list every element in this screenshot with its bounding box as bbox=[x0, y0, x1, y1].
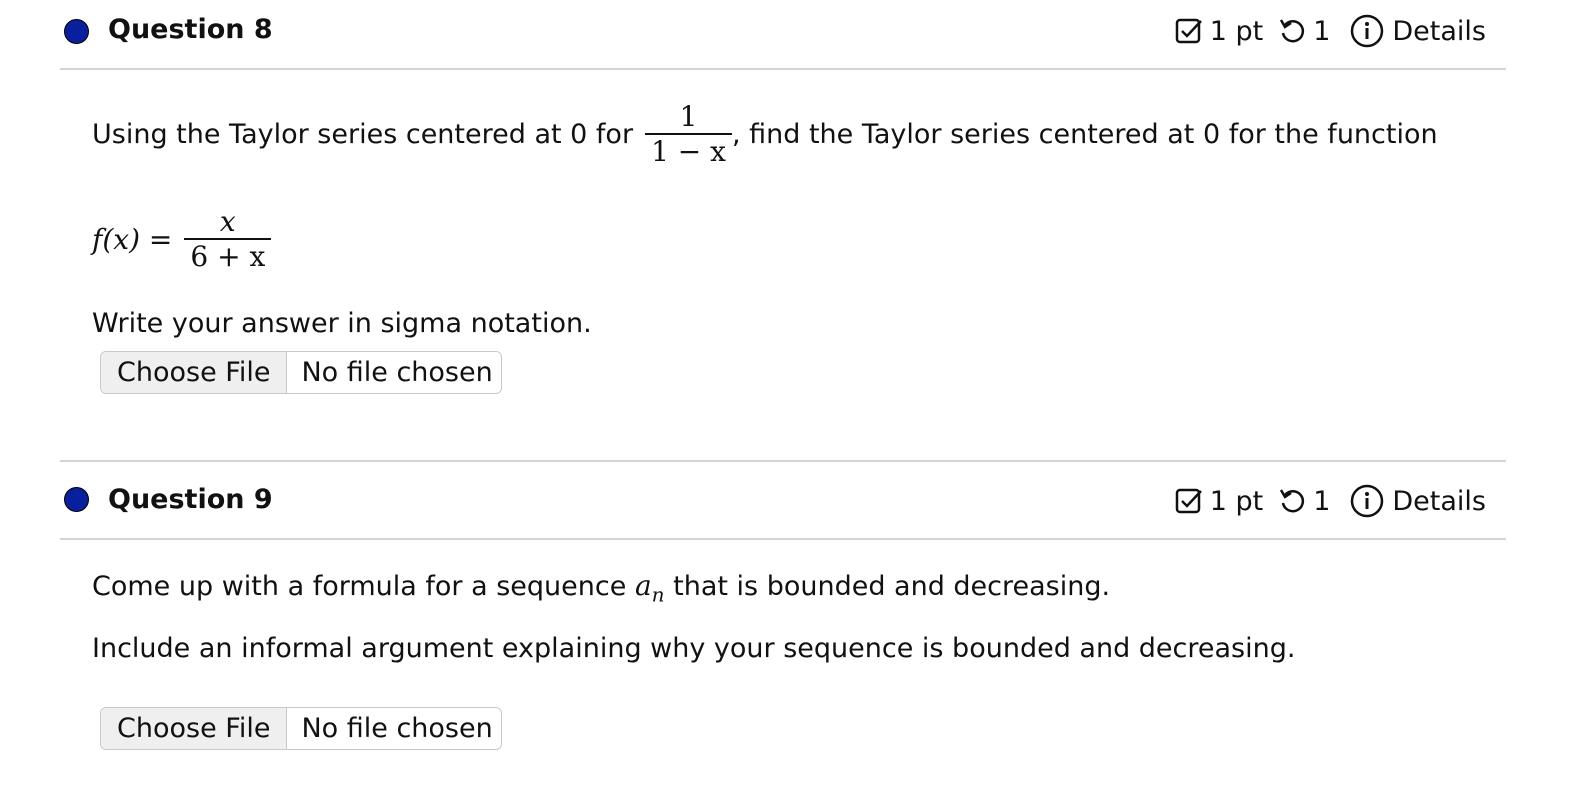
question-9-header: Question 9 1 pt 1 Details bbox=[60, 470, 1506, 540]
question-8-intro: Using the Taylor series centered at 0 fo… bbox=[92, 100, 1438, 168]
intro-fraction: 1 1 − x bbox=[645, 100, 732, 168]
choose-file-button[interactable]: Choose File bbox=[101, 352, 288, 393]
sequence-subscript: n bbox=[651, 582, 665, 607]
intro-text-after: , find the Taylor series centered at 0 f… bbox=[731, 118, 1438, 150]
attempts-label: 1 bbox=[1313, 15, 1331, 47]
file-status: No file chosen bbox=[301, 357, 493, 388]
question-8-header: Question 8 1 pt 1 Details bbox=[60, 0, 1506, 70]
intro-fraction-denominator: 1 − x bbox=[651, 135, 726, 168]
question-9-line-1: Come up with a formula for a sequence an… bbox=[92, 569, 1110, 607]
info-icon bbox=[1351, 14, 1384, 48]
attempts-info: 1 bbox=[1277, 16, 1330, 47]
line1-text-before: Come up with a formula for a sequence bbox=[92, 571, 627, 602]
points-info: 1 pt bbox=[1174, 485, 1264, 517]
retry-icon bbox=[1280, 489, 1305, 513]
function-fraction: x 6 + x bbox=[184, 205, 272, 273]
file-upload-q9[interactable]: Choose File No file chosen bbox=[100, 707, 502, 750]
section-divider bbox=[60, 460, 1506, 462]
choose-file-button[interactable]: Choose File bbox=[101, 708, 288, 749]
points-label: 1 pt bbox=[1209, 485, 1264, 517]
status-dot bbox=[64, 487, 89, 512]
details-button[interactable]: Details bbox=[1350, 484, 1486, 518]
question-meta: 1 pt 1 Details bbox=[1174, 484, 1486, 518]
checkbox-icon bbox=[1175, 18, 1202, 44]
points-label: 1 pt bbox=[1209, 15, 1264, 47]
retry-icon bbox=[1280, 19, 1305, 43]
line1-text-after: that is bounded and decreasing. bbox=[673, 571, 1111, 602]
info-icon bbox=[1351, 484, 1384, 518]
function-denominator: 6 + x bbox=[190, 240, 266, 273]
function-numerator: x bbox=[219, 205, 236, 238]
attempts-info: 1 bbox=[1277, 486, 1330, 517]
status-dot bbox=[64, 19, 89, 44]
points-info: 1 pt bbox=[1174, 15, 1264, 47]
intro-text-before: Using the Taylor series centered at 0 fo… bbox=[92, 118, 634, 150]
sequence-variable: an bbox=[634, 569, 665, 607]
intro-fraction-numerator: 1 bbox=[679, 100, 698, 133]
file-status: No file chosen bbox=[301, 713, 493, 744]
question-title: Question 9 bbox=[108, 484, 273, 515]
question-title: Question 8 bbox=[108, 14, 273, 45]
checkbox-icon bbox=[1175, 488, 1202, 514]
details-label: Details bbox=[1392, 485, 1486, 517]
instruction-text: Write your answer in sigma notation. bbox=[92, 308, 592, 339]
function-lhs: f(x) = bbox=[92, 222, 173, 256]
details-label: Details bbox=[1392, 15, 1486, 47]
attempts-label: 1 bbox=[1313, 485, 1331, 517]
function-definition: f(x) = x 6 + x bbox=[92, 205, 272, 273]
question-meta: 1 pt 1 Details bbox=[1174, 14, 1486, 48]
details-button[interactable]: Details bbox=[1350, 14, 1486, 48]
file-upload-q8[interactable]: Choose File No file chosen bbox=[100, 351, 502, 394]
question-9-line-2: Include an informal argument explaining … bbox=[92, 633, 1296, 664]
